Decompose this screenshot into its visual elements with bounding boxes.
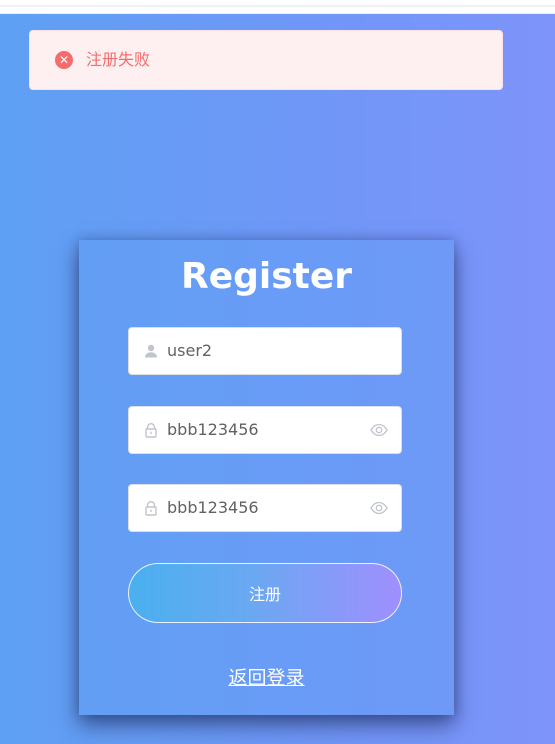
register-card: Register user2 bbb123456 bbb123456 注册 返回…: [79, 240, 454, 715]
error-alert: ✕ 注册失败: [29, 30, 503, 90]
eye-icon[interactable]: [369, 498, 389, 518]
error-message: 注册失败: [86, 50, 151, 69]
top-strip-line: [0, 5, 555, 7]
confirm-password-field[interactable]: bbb123456: [128, 484, 402, 532]
username-value[interactable]: user2: [167, 328, 212, 374]
top-strip: [0, 0, 555, 14]
user-icon: [145, 344, 157, 358]
eye-icon[interactable]: [369, 420, 389, 440]
register-button[interactable]: 注册: [128, 563, 402, 623]
username-field[interactable]: user2: [128, 327, 402, 375]
password-value[interactable]: bbb123456: [167, 407, 259, 453]
close-circle-icon: ✕: [55, 51, 73, 69]
back-to-login-link[interactable]: 返回登录: [79, 666, 454, 690]
confirm-password-value[interactable]: bbb123456: [167, 485, 259, 531]
lock-icon: [145, 423, 157, 438]
form-title: Register: [180, 256, 353, 297]
lock-icon: [145, 501, 157, 516]
password-field[interactable]: bbb123456: [128, 406, 402, 454]
